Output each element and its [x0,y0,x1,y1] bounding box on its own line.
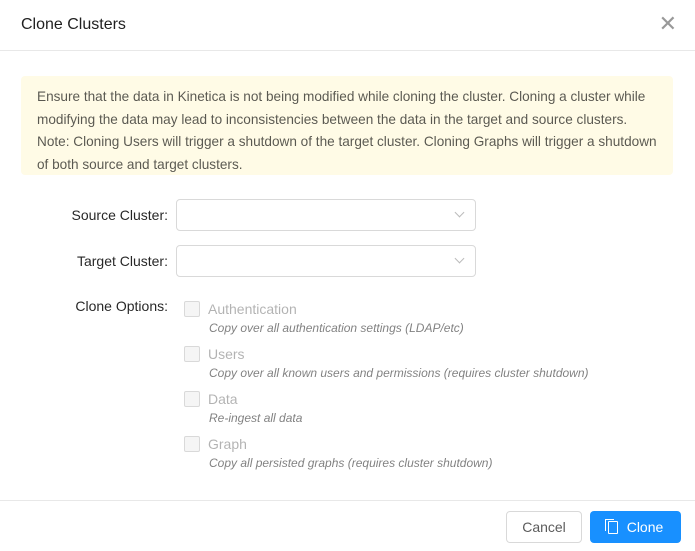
clone-options-label-text: Clone Options [75,298,165,314]
copy-icon [604,518,618,534]
target-cluster-label: Target Cluster: [76,253,168,269]
clone-label: Clone [626,519,664,535]
clone-options-label: Clone Options: [75,298,168,314]
option-authentication[interactable]: Authentication Copy over all authenticat… [184,300,464,335]
source-cluster-row: Source Cluster: [0,199,476,231]
data-checkbox[interactable] [184,390,200,407]
dialog-header: Clone Clusters [0,0,695,51]
target-cluster-label-text: Target Cluster [76,253,165,269]
option-description: Copy over all authentication settings (L… [209,321,464,335]
source-cluster-label-text: Source Cluster [71,207,165,223]
option-users[interactable]: Users Copy over all known users and perm… [184,345,589,380]
target-cluster-row: Target Cluster: [0,245,476,277]
dialog-title: Clone Clusters [21,16,126,33]
source-cluster-label: Source Cluster: [71,207,168,223]
option-description: Re-ingest all data [209,411,303,425]
option-label: Data [208,390,238,407]
chevron-down-icon [454,253,465,264]
warning-alert: Ensure that the data in Kinetica is not … [21,76,673,175]
cancel-label: Cancel [522,519,566,535]
authentication-checkbox[interactable] [184,300,200,317]
cancel-button[interactable]: Cancel [506,511,582,543]
clone-button[interactable]: Clone [590,511,681,543]
option-label: Authentication [208,300,297,317]
option-description: Copy all persisted graphs (requires clus… [209,456,493,470]
option-label: Graph [208,435,247,452]
chevron-down-icon [454,207,465,218]
source-cluster-select[interactable] [176,199,476,231]
option-label: Users [208,345,245,362]
footer-divider [0,500,695,501]
target-cluster-select[interactable] [176,245,476,277]
clone-options-row: Clone Options: [0,298,176,314]
option-description: Copy over all known users and permission… [209,366,589,380]
graph-checkbox[interactable] [184,435,200,452]
option-graph[interactable]: Graph Copy all persisted graphs (require… [184,435,492,470]
users-checkbox[interactable] [184,345,200,362]
option-data[interactable]: Data Re-ingest all data [184,390,302,425]
close-icon[interactable]: ✕ [659,13,677,35]
